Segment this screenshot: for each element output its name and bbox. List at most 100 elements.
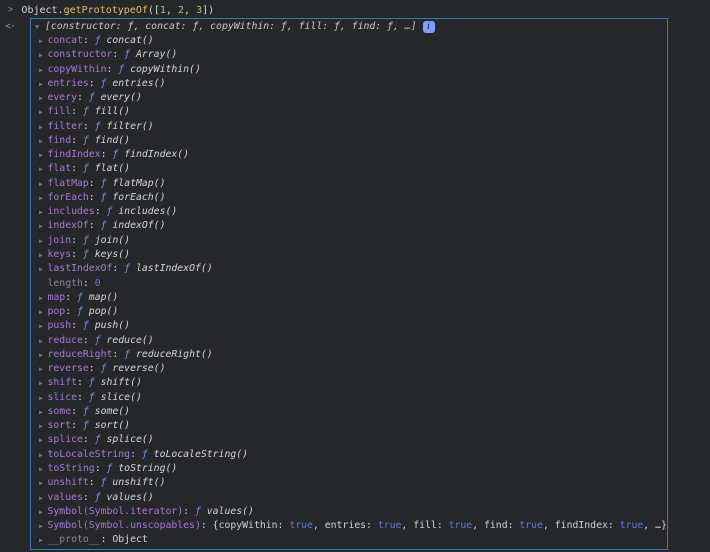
token-fnname: includes() <box>118 206 178 218</box>
token-base: : <box>82 491 95 503</box>
expand-triangle-icon[interactable]: ▶ <box>39 334 48 348</box>
expand-triangle-icon[interactable]: ▶ <box>39 291 48 305</box>
property-row[interactable]: ▶ toLocaleString: ƒ toLocaleString() <box>31 448 667 462</box>
property-row[interactable]: ▶ lastIndexOf: ƒ lastIndexOf() <box>31 262 667 276</box>
property-row[interactable]: ▶ join: ƒ join() <box>31 234 667 248</box>
token-fn: ƒ <box>100 363 113 375</box>
property-row[interactable]: ▶ values: ƒ values() <box>31 491 667 505</box>
collapse-triangle-icon[interactable]: ▼ <box>35 23 45 31</box>
token-base: ([ <box>147 5 160 16</box>
property-row[interactable]: ▶ toString: ƒ toString() <box>31 462 667 476</box>
property-row[interactable]: ▶ copyWithin: ƒ copyWithin() <box>31 63 667 77</box>
property-row[interactable]: ▶ entries: ƒ entries() <box>31 77 667 91</box>
expand-triangle-icon[interactable]: ▶ <box>39 476 48 490</box>
property-row[interactable]: ▶ includes: ƒ includes() <box>31 205 667 219</box>
expand-triangle-icon[interactable]: ▶ <box>39 533 48 547</box>
expand-triangle-icon[interactable]: ▶ <box>39 205 48 219</box>
token-pkey: copyWithin <box>218 520 278 532</box>
property-row[interactable]: ▶ Symbol(Symbol.unscopables): {copyWithi… <box>31 519 667 533</box>
property-row[interactable]: ▶ flatMap: ƒ flatMap() <box>31 177 667 191</box>
expand-triangle-icon[interactable]: ▶ <box>39 462 48 476</box>
object-preview-row[interactable]: ▼ [constructor: ƒ, concat: ƒ, copyWithin… <box>31 19 667 34</box>
property-row[interactable]: ▶ shift: ƒ shift() <box>31 376 667 390</box>
token-fnname: concat() <box>106 35 154 46</box>
expand-triangle-icon[interactable]: ▶ <box>39 120 48 134</box>
property-row[interactable]: ▶ fill: ƒ fill() <box>31 105 667 119</box>
token-base: : <box>112 348 125 360</box>
expand-triangle-icon[interactable]: ▶ <box>39 519 48 533</box>
expand-triangle-icon[interactable]: ▶ <box>39 305 48 319</box>
expand-triangle-icon[interactable]: ▶ <box>39 105 48 119</box>
property-row[interactable]: ▶ unshift: ƒ unshift() <box>31 476 667 490</box>
expand-triangle-icon[interactable]: ▶ <box>39 362 48 376</box>
property-row[interactable]: ▶ flat: ƒ flat() <box>31 162 667 176</box>
expand-triangle-icon[interactable]: ▶ <box>39 134 48 148</box>
expand-triangle-icon[interactable]: ▶ <box>39 376 48 390</box>
property-row[interactable]: ▶ keys: ƒ keys() <box>31 248 667 262</box>
expand-triangle-icon[interactable]: ▶ <box>39 505 48 519</box>
property-row[interactable]: ▶ concat: ƒ concat() <box>31 34 667 48</box>
token-base: : <box>112 263 125 275</box>
property-row[interactable]: ▶ some: ƒ some() <box>31 405 667 419</box>
token-num: 0 <box>94 277 101 289</box>
expand-triangle-icon[interactable]: ▶ <box>39 234 48 248</box>
expand-triangle-icon[interactable]: ▶ <box>39 405 48 419</box>
property-row[interactable]: ▶ findIndex: ƒ findIndex() <box>31 148 667 162</box>
info-icon[interactable]: i <box>422 20 435 33</box>
property-row[interactable]: ▶ slice: ƒ slice() <box>31 391 667 405</box>
property-row[interactable]: ▶ indexOf: ƒ indexOf() <box>31 219 667 233</box>
property-row[interactable]: ▶ push: ƒ push() <box>31 319 667 333</box>
token-name: slice <box>47 391 78 403</box>
property-row[interactable]: ▶ Symbol(Symbol.iterator): ƒ values() <box>31 505 667 519</box>
property-row[interactable]: ▶ constructor: ƒ Array() <box>31 48 667 62</box>
expand-triangle-icon[interactable]: ▶ <box>39 248 48 262</box>
expand-triangle-icon[interactable]: ▶ <box>39 491 48 505</box>
expand-triangle-icon[interactable]: ▶ <box>39 77 48 91</box>
expand-triangle-icon[interactable]: ▶ <box>39 433 48 447</box>
expand-triangle-icon[interactable]: ▶ <box>39 191 48 205</box>
token-fnname: slice() <box>100 391 142 403</box>
property-row[interactable]: ▶ filter: ƒ filter() <box>31 120 667 134</box>
expand-triangle-icon[interactable]: ▶ <box>39 34 48 48</box>
token-base: : <box>77 377 89 389</box>
property-row[interactable]: ▶ find: ƒ find() <box>31 134 667 148</box>
token-fnname: fill() <box>94 106 131 118</box>
expand-triangle-icon[interactable]: ▶ <box>39 63 48 77</box>
token-base: : <box>71 134 83 146</box>
property-row[interactable]: ▶ reduceRight: ƒ reduceRight() <box>31 348 667 362</box>
expand-triangle-icon[interactable]: ▶ <box>39 319 48 333</box>
expand-triangle-icon[interactable]: ▶ <box>39 348 48 362</box>
token-fn: ƒ <box>94 120 107 132</box>
property-row[interactable]: ▶ splice: ƒ splice() <box>31 433 667 447</box>
token-base: : <box>366 520 378 532</box>
expand-triangle-icon[interactable]: ▶ <box>39 448 48 462</box>
token-fnname: flatMap() <box>112 177 166 189</box>
token-fnname: keys() <box>94 248 131 260</box>
property-row[interactable]: ▶ pop: ƒ pop() <box>31 305 667 319</box>
token-fn: ƒ <box>100 477 113 489</box>
expand-triangle-icon[interactable]: ▶ <box>39 48 48 62</box>
expand-triangle-icon[interactable]: ▶ <box>39 177 48 191</box>
expand-triangle-icon[interactable]: ▶ <box>39 219 48 233</box>
token-fn: ƒ <box>112 149 125 161</box>
expand-triangle-icon[interactable]: ▶ <box>39 91 48 105</box>
console-input-row[interactable]: > Object.getPrototypeOf([1, 2, 3]) <box>0 0 710 18</box>
expand-triangle-icon[interactable]: ▶ <box>39 391 48 405</box>
property-row[interactable]: ▶ map: ƒ map() <box>31 291 667 305</box>
token-pkey: find <box>484 520 508 532</box>
token-base: : <box>82 334 95 346</box>
expand-triangle-icon[interactable]: ▶ <box>39 419 48 433</box>
expand-triangle-icon[interactable]: ▶ <box>39 148 48 162</box>
property-row[interactable]: ▶ __proto__: Object <box>31 533 667 547</box>
property-row[interactable]: ▶ reduce: ƒ reduce() <box>31 334 667 348</box>
property-row[interactable]: ▶ every: ƒ every() <box>31 91 667 105</box>
property-row[interactable]: ▶ sort: ƒ sort() <box>31 419 667 433</box>
property-row[interactable]: ▶ reverse: ƒ reverse() <box>31 362 667 376</box>
console-prompt-icon: > <box>8 5 14 15</box>
expand-triangle-icon[interactable]: ▶ <box>39 262 48 276</box>
token-base: : <box>65 291 77 303</box>
property-row[interactable]: ▶ forEach: ƒ forEach() <box>31 191 667 205</box>
property-row[interactable]: length: 0 <box>31 277 667 291</box>
token-fn: ƒ <box>82 248 95 260</box>
expand-triangle-icon[interactable]: ▶ <box>39 162 48 176</box>
